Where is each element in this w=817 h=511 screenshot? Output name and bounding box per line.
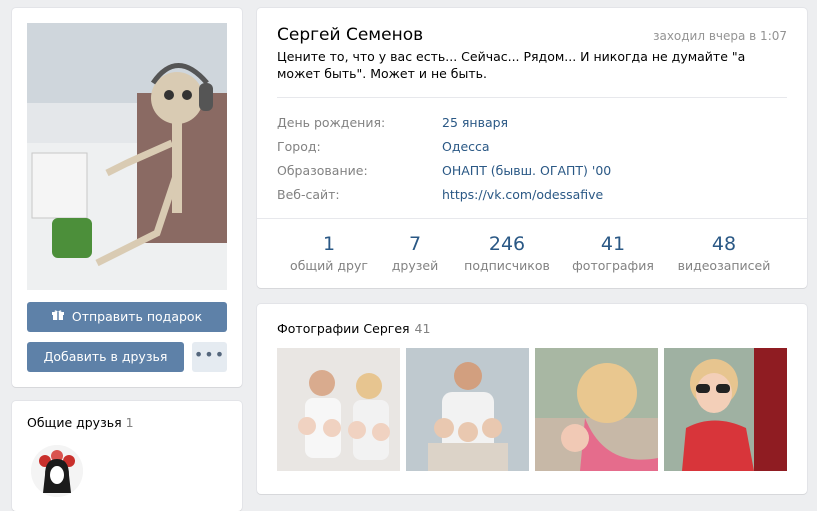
info-row-education: Образование: ОНАПТ (бывш. ОГАПТ) '00	[277, 163, 777, 181]
divider	[257, 218, 807, 219]
city-link[interactable]: Одесса	[442, 139, 490, 154]
common-friends-count: 1	[125, 415, 134, 430]
common-friends-header[interactable]: Общие друзья 1	[27, 415, 134, 430]
info-row-city: Город: Одесса	[277, 139, 777, 157]
send-gift-button[interactable]: Отправить подарок	[27, 302, 227, 332]
birthday-link[interactable]: 25 января	[442, 115, 508, 130]
divider	[277, 97, 787, 98]
education-link[interactable]: ОНАПТ (бывш. ОГАПТ) '00	[442, 163, 611, 178]
last-seen-status: заходил вчера в 1:07	[653, 29, 787, 43]
photos-count: 41	[414, 321, 431, 336]
info-row-website: Веб-сайт: https://vk.com/odessafive	[277, 187, 777, 205]
photo-thumbnail[interactable]	[535, 348, 658, 471]
counter-label: подписчиков	[464, 258, 550, 273]
counter-photos[interactable]: 41 фотография	[558, 232, 668, 273]
more-actions-button[interactable]: •••	[192, 342, 227, 372]
info-label: Образование:	[277, 163, 368, 178]
counter-label: видеозаписей	[677, 258, 771, 273]
counter-value: 48	[711, 233, 737, 255]
photos-title: Фотографии Сергея	[277, 321, 410, 336]
info-label: Веб-сайт:	[277, 187, 340, 202]
profile-name: Сергей Семенов	[277, 25, 424, 45]
photos-card: Фотографии Сергея 41	[257, 304, 807, 494]
counter-followers[interactable]: 246 подписчиков	[452, 232, 562, 273]
common-friends-title: Общие друзья	[27, 415, 122, 430]
profile-status-text: Цените то, что у вас есть... Сейчас... Р…	[277, 49, 746, 81]
photo-thumbnail[interactable]	[406, 348, 529, 471]
counter-value: 246	[488, 233, 526, 255]
profile-photo[interactable]	[27, 23, 227, 290]
common-friends-card: Общие друзья 1	[12, 401, 242, 511]
gift-icon	[51, 302, 64, 332]
counter-value: 41	[600, 233, 626, 255]
counter-videos[interactable]: 48 видеозаписей	[669, 232, 779, 273]
website-link[interactable]: https://vk.com/odessafive	[442, 187, 603, 202]
common-friend-avatar[interactable]	[31, 445, 83, 497]
info-label: День рождения:	[277, 115, 386, 130]
profile-info-card: Сергей Семенов заходил вчера в 1:07 Цени…	[257, 8, 807, 288]
send-gift-label: Отправить подарок	[71, 309, 203, 324]
add-friend-button[interactable]: Добавить в друзья	[27, 342, 184, 372]
counter-label: фотография	[572, 258, 654, 273]
photo-thumbnail[interactable]	[664, 348, 787, 471]
avatar-card: Отправить подарок Добавить в друзья •••	[12, 8, 242, 387]
photos-header[interactable]: Фотографии Сергея 41	[277, 321, 430, 336]
photo-thumbnail[interactable]	[277, 348, 400, 471]
info-label: Город:	[277, 139, 321, 154]
info-row-birthday: День рождения: 25 января	[277, 115, 777, 133]
